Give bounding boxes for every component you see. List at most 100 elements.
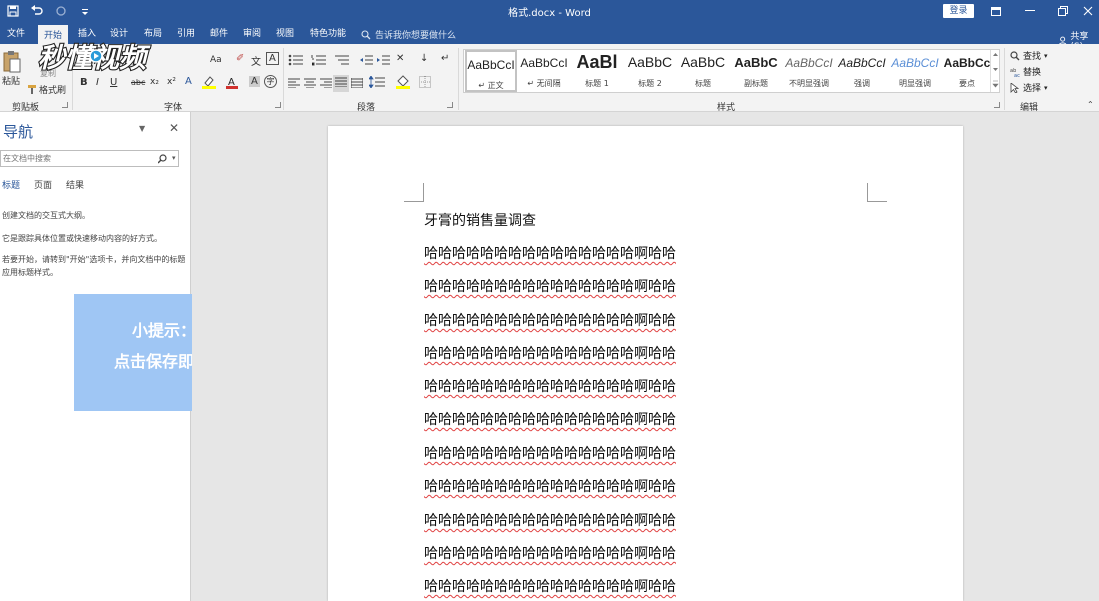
document-paragraph[interactable]: 哈哈哈哈哈哈哈哈哈哈哈哈哈哈哈啊哈哈 bbox=[424, 376, 676, 396]
style-title[interactable]: AaBbC 标题 bbox=[677, 50, 729, 92]
enclose-char-icon[interactable]: 字 bbox=[264, 75, 277, 88]
style-name: 强调 bbox=[854, 79, 870, 88]
format-painter-button[interactable]: 格式刷 bbox=[28, 83, 66, 96]
nav-tab-results[interactable]: 结果 bbox=[66, 178, 84, 191]
pane-options-icon[interactable]: ▼ bbox=[139, 124, 145, 133]
tab-review[interactable]: 审阅 bbox=[243, 26, 261, 39]
replace-button[interactable]: ab ac 替换 bbox=[1010, 65, 1041, 79]
style-name: 要点 bbox=[959, 79, 975, 88]
align-center-icon[interactable] bbox=[304, 78, 316, 91]
collapse-ribbon-icon[interactable]: ⌃ bbox=[1087, 100, 1094, 109]
style-subtle-emphasis[interactable]: AaBbCcI 不明显强调 bbox=[783, 50, 835, 92]
tell-me-box[interactable]: 告诉我你想要做什么 bbox=[361, 28, 456, 41]
tab-mailings[interactable]: 邮件 bbox=[210, 26, 228, 39]
clear-format-icon[interactable]: ✐ bbox=[236, 53, 244, 64]
close-pane-icon[interactable]: ✕ bbox=[169, 121, 179, 135]
tab-special-features[interactable]: 特色功能 bbox=[310, 26, 346, 39]
document-paragraph[interactable]: 哈哈哈哈哈哈哈哈哈哈哈哈哈哈哈啊哈哈 bbox=[424, 576, 676, 596]
decrease-indent-icon[interactable] bbox=[360, 54, 374, 69]
styles-launcher[interactable] bbox=[994, 102, 1000, 108]
distributed-icon[interactable] bbox=[350, 78, 364, 91]
style-subtitle[interactable]: AaBbC 副标题 bbox=[730, 50, 782, 92]
style-strong[interactable]: AaBbCc 要点 bbox=[942, 50, 992, 92]
italic-button[interactable]: I bbox=[96, 77, 99, 88]
bold-button[interactable]: B bbox=[80, 77, 88, 88]
sort-icon[interactable]: ↓ bbox=[420, 53, 428, 64]
bullets-icon[interactable] bbox=[288, 54, 304, 69]
lightbulb-icon bbox=[361, 29, 371, 39]
font-launcher[interactable] bbox=[275, 102, 281, 108]
document-title: 格式.docx - Word bbox=[508, 8, 591, 19]
style-emphasis[interactable]: AaBbCcI 强调 bbox=[836, 50, 888, 92]
phonetic-icon[interactable]: 文 bbox=[251, 53, 261, 68]
document-heading[interactable]: 牙膏的销售量调查 bbox=[424, 210, 536, 230]
borders-icon[interactable] bbox=[419, 76, 431, 91]
select-button[interactable]: 选择 ▾ bbox=[1010, 81, 1048, 94]
line-spacing-icon[interactable] bbox=[368, 75, 385, 91]
numbering-icon[interactable] bbox=[311, 54, 327, 69]
paste-icon[interactable] bbox=[2, 50, 22, 77]
format-painter-label: 格式刷 bbox=[39, 86, 67, 96]
shading-icon[interactable] bbox=[396, 75, 410, 92]
close-window-icon[interactable] bbox=[1071, 0, 1099, 22]
clipboard-launcher[interactable] bbox=[62, 102, 68, 108]
style-name: 明显强调 bbox=[899, 79, 931, 88]
style-heading-1[interactable]: AaBl 标题 1 bbox=[571, 50, 623, 92]
style-sample: AaBbCc bbox=[943, 56, 991, 70]
document-paragraph[interactable]: 哈哈哈哈哈哈哈哈哈哈哈哈哈哈哈啊哈哈 bbox=[424, 443, 676, 463]
find-button[interactable]: 查找 ▾ bbox=[1010, 49, 1048, 62]
superscript-button[interactable]: x² bbox=[167, 77, 176, 87]
document-paragraph[interactable]: 哈哈哈哈哈哈哈哈哈哈哈哈哈哈哈啊哈哈 bbox=[424, 310, 676, 330]
search-icon[interactable] bbox=[157, 154, 169, 167]
font-case-button[interactable]: Aa bbox=[210, 55, 222, 65]
subscript-button[interactable]: x₂ bbox=[150, 77, 159, 87]
nav-search-input[interactable] bbox=[3, 152, 153, 165]
chevron-down-icon: ▾ bbox=[1044, 51, 1048, 60]
document-paragraph[interactable]: 哈哈哈哈哈哈哈哈哈哈哈哈哈哈哈啊哈哈 bbox=[424, 409, 676, 429]
style-sample: AaBbCcI bbox=[891, 56, 939, 70]
nav-tab-headings[interactable]: 标题 bbox=[2, 178, 20, 191]
paragraph-text: 哈哈哈哈哈哈哈哈哈哈哈哈哈哈哈啊哈哈 bbox=[424, 513, 676, 529]
font-color-icon[interactable]: A bbox=[226, 75, 238, 92]
paragraph-text: 哈哈哈哈哈哈哈哈哈哈哈哈哈哈哈啊哈哈 bbox=[424, 546, 676, 562]
justify-icon[interactable] bbox=[333, 75, 349, 92]
tab-file[interactable]: 文件 bbox=[7, 26, 25, 39]
document-paragraph[interactable]: 哈哈哈哈哈哈哈哈哈哈哈哈哈哈哈啊哈哈 bbox=[424, 543, 676, 563]
ribbon-display-options-icon[interactable] bbox=[979, 0, 1013, 22]
nav-tab-pages[interactable]: 页面 bbox=[34, 178, 52, 191]
show-marks-icon[interactable]: ↵ bbox=[441, 53, 449, 64]
login-button[interactable]: 登录 bbox=[943, 4, 974, 18]
document-paragraph[interactable]: 哈哈哈哈哈哈哈哈哈哈哈哈哈哈哈啊哈哈 bbox=[424, 510, 676, 530]
paste-label[interactable]: 粘贴 bbox=[2, 74, 20, 87]
tab-view[interactable]: 视图 bbox=[276, 26, 294, 39]
paragraph-text: 哈哈哈哈哈哈哈哈哈哈哈哈哈哈哈啊哈哈 bbox=[424, 579, 676, 595]
chevron-down-icon[interactable]: ▾ bbox=[172, 154, 176, 162]
style-sample: AaBbCcI bbox=[838, 56, 886, 70]
align-left-icon[interactable] bbox=[288, 78, 300, 91]
document-paragraph[interactable]: 哈哈哈哈哈哈哈哈哈哈哈哈哈哈哈啊哈哈 bbox=[424, 276, 676, 296]
char-border-icon[interactable]: A bbox=[266, 52, 279, 65]
char-shading-icon[interactable]: A bbox=[249, 76, 260, 87]
document-paragraph[interactable]: 哈哈哈哈哈哈哈哈哈哈哈哈哈哈哈啊哈哈 bbox=[424, 243, 676, 263]
style-name: ↵ 无间隔 bbox=[527, 79, 561, 88]
style-heading-2[interactable]: AaBbC 标题 2 bbox=[624, 50, 676, 92]
increase-indent-icon[interactable] bbox=[377, 54, 391, 69]
paragraph-launcher[interactable] bbox=[447, 102, 453, 108]
chinese-layout-icon[interactable]: ✕ bbox=[396, 53, 404, 64]
separator bbox=[1004, 48, 1005, 110]
document-paragraph[interactable]: 哈哈哈哈哈哈哈哈哈哈哈哈哈哈哈啊哈哈 bbox=[424, 343, 676, 363]
document-paragraph[interactable]: 哈哈哈哈哈哈哈哈哈哈哈哈哈哈哈啊哈哈 bbox=[424, 476, 676, 496]
style-no-spacing[interactable]: AaBbCcI ↵ 无间隔 bbox=[518, 50, 570, 92]
paragraph-text: 哈哈哈哈哈哈哈哈哈哈哈哈哈哈哈啊哈哈 bbox=[424, 379, 676, 395]
styles-scroll[interactable] bbox=[990, 50, 999, 92]
strikethrough-button[interactable]: abc bbox=[131, 78, 145, 87]
highlight-icon[interactable] bbox=[202, 75, 216, 92]
style-normal[interactable]: AaBbCcI ↵ 正文 bbox=[465, 50, 517, 92]
underline-button[interactable]: U bbox=[110, 77, 117, 88]
style-intense-emphasis[interactable]: AaBbCcI 明显强调 bbox=[889, 50, 941, 92]
multilevel-list-icon[interactable] bbox=[334, 54, 350, 69]
style-name: 标题 bbox=[695, 79, 711, 88]
minimize-icon[interactable] bbox=[1013, 0, 1047, 22]
tell-me-text: 告诉我你想要做什么 bbox=[375, 31, 457, 41]
align-right-icon[interactable] bbox=[320, 78, 332, 91]
